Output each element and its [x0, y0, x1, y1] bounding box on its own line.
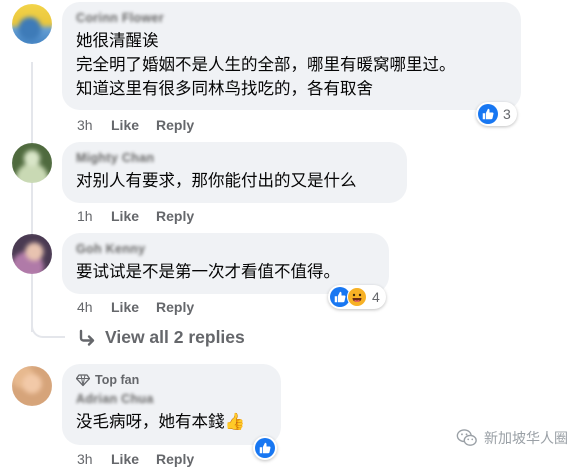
comment-timestamp[interactable]: 3h	[77, 117, 111, 133]
comment-author[interactable]: Corinn Flower	[76, 10, 507, 26]
top-fan-label: Top fan	[95, 373, 140, 387]
avatar[interactable]	[12, 234, 52, 274]
like-button[interactable]: Like	[111, 208, 139, 224]
comment-actions: 3h Like Reply	[77, 450, 211, 468]
comment-text-line: 要试试是不是第一次才看值不值得。	[76, 262, 340, 281]
wechat-icon	[456, 429, 477, 446]
reaction-count: 3	[503, 106, 511, 122]
diamond-icon	[76, 374, 90, 387]
haha-reaction-icon	[347, 287, 367, 307]
comment-actions: 1h Like Reply	[77, 207, 211, 225]
thread-curve	[31, 300, 65, 338]
like-button[interactable]: Like	[111, 299, 139, 315]
reaction-count: 4	[372, 289, 380, 305]
comment-text-line: 完全明了婚姻不是人生的全部，哪里有暖窝哪里过。	[76, 55, 456, 74]
comment-timestamp[interactable]: 4h	[77, 299, 111, 315]
reply-button[interactable]: Reply	[156, 117, 194, 133]
like-reaction-icon	[478, 104, 498, 124]
reaction-summary[interactable]: 3	[476, 102, 517, 126]
comment-author[interactable]: Adrian Chua	[76, 391, 267, 407]
comment-bubble: Mighty Chan 对别人有要求，那你能付出的又是什么	[62, 142, 407, 203]
reaction-summary[interactable]: 4	[328, 285, 386, 309]
reply-button[interactable]: Reply	[156, 299, 194, 315]
watermark: 新加坡华人圈	[456, 427, 568, 449]
comment-timestamp[interactable]: 3h	[77, 451, 111, 467]
view-all-replies-label: View all 2 replies	[105, 327, 245, 347]
avatar[interactable]	[12, 143, 52, 183]
comment-timestamp[interactable]: 1h	[77, 208, 111, 224]
avatar[interactable]	[12, 366, 52, 406]
comment-actions: 4h Like Reply	[77, 298, 211, 316]
thread-line-1	[31, 62, 33, 332]
comment-bubble: Corinn Flower 她很清醒诶 完全明了婚姻不是人生的全部，哪里有暖窝哪…	[62, 2, 521, 110]
like-reaction-icon	[255, 438, 275, 458]
reply-arrow-icon	[79, 329, 95, 346]
reply-button[interactable]: Reply	[156, 208, 194, 224]
comment-actions: 3h Like Reply	[77, 116, 211, 134]
comment-text-line: 她很清醒诶	[76, 31, 159, 50]
like-button[interactable]: Like	[111, 117, 139, 133]
watermark-text: 新加坡华人圈	[484, 431, 568, 447]
reaction-summary[interactable]	[253, 436, 277, 460]
comment-author[interactable]: Goh Kenny	[76, 241, 375, 257]
comment-text-line: 没毛病呀，她有本錢👍	[76, 412, 246, 431]
reply-button[interactable]: Reply	[156, 451, 194, 467]
top-fan-badge: Top fan	[76, 372, 267, 388]
avatar[interactable]	[12, 4, 52, 44]
comment-bubble: Top fan Adrian Chua 没毛病呀，她有本錢👍	[62, 364, 281, 445]
comment-author[interactable]: Mighty Chan	[76, 150, 393, 166]
comment-text-line: 知道这里有很多同林鸟找吃的，各有取舍	[76, 79, 373, 98]
comment-text-line: 对别人有要求，那你能付出的又是什么	[76, 171, 357, 190]
view-all-replies-link[interactable]: View all 2 replies	[77, 327, 245, 348]
like-button[interactable]: Like	[111, 451, 139, 467]
